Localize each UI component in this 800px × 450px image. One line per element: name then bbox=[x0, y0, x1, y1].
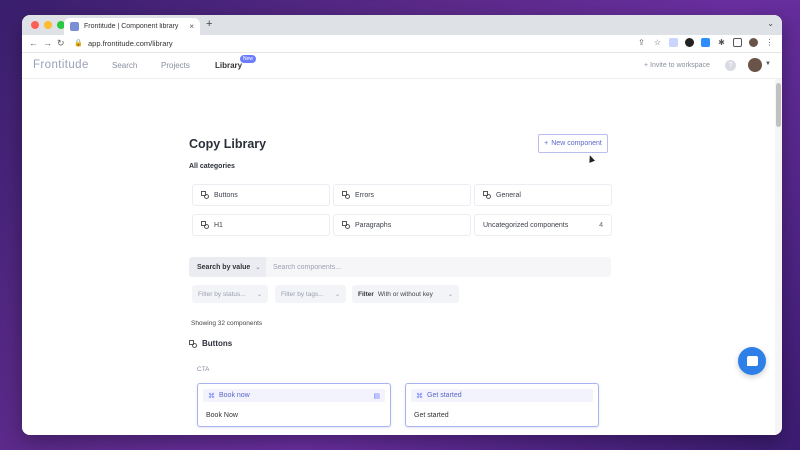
browser-tab[interactable]: Frontitude | Component library × bbox=[64, 18, 200, 35]
search-mode-select[interactable]: Search by value ⌄ bbox=[189, 257, 266, 277]
extension-icon[interactable] bbox=[685, 38, 694, 47]
address-bar[interactable]: app.frontitude.com/library bbox=[88, 39, 173, 48]
puzzle-icon[interactable]: ✱ bbox=[717, 38, 726, 47]
tab-strip: Frontitude | Component library × + ⌄ bbox=[22, 15, 782, 35]
new-badge: New bbox=[240, 55, 257, 63]
nav-search[interactable]: Search bbox=[112, 61, 137, 70]
invite-to-workspace-link[interactable]: + Invite to workspace bbox=[644, 62, 710, 69]
component-card[interactable]: ⌘ Book now ▤ Book Now bbox=[197, 383, 391, 427]
category-label: Errors bbox=[355, 191, 375, 199]
category-icon bbox=[189, 339, 197, 348]
all-categories-heading: All categories bbox=[189, 163, 235, 170]
tab-title: Frontitude | Component library bbox=[84, 23, 179, 30]
chevron-down-icon[interactable]: ▼ bbox=[765, 61, 771, 67]
search-mode-label: Search by value bbox=[197, 263, 251, 271]
tags-filter-placeholder: Filter by tags... bbox=[281, 290, 324, 298]
status-filter-select[interactable]: Filter by status... ⌄ bbox=[192, 285, 268, 303]
browser-window: Frontitude | Component library × + ⌄ ← →… bbox=[22, 15, 782, 435]
extension-icon[interactable] bbox=[669, 38, 678, 47]
chevron-down-icon: ⌄ bbox=[256, 291, 262, 298]
page-scrollbar[interactable] bbox=[775, 79, 782, 435]
lock-icon[interactable]: 🔒 bbox=[74, 39, 83, 47]
chat-icon bbox=[746, 356, 758, 366]
tab-close-icon[interactable]: × bbox=[189, 22, 194, 31]
menu-kebab-icon[interactable]: ⋮ bbox=[765, 38, 774, 47]
new-component-label: New component bbox=[551, 140, 602, 147]
category-icon bbox=[201, 191, 209, 199]
minimize-window-button[interactable] bbox=[44, 21, 52, 29]
category-count: 4 bbox=[599, 221, 603, 229]
share-icon[interactable]: ⇪ bbox=[637, 38, 646, 47]
category-buttons[interactable]: Buttons bbox=[192, 184, 330, 206]
close-window-button[interactable] bbox=[31, 21, 39, 29]
component-icon: ⌘ bbox=[416, 392, 423, 400]
page-title: Copy Library bbox=[189, 137, 267, 151]
results-count: Showing 32 components bbox=[191, 320, 263, 327]
component-name: Get started bbox=[427, 392, 462, 399]
user-avatar[interactable] bbox=[748, 58, 762, 72]
bookmark-star-icon[interactable]: ☆ bbox=[653, 38, 662, 47]
category-label: Buttons bbox=[214, 191, 238, 199]
tab-list-chevron-icon[interactable]: ⌄ bbox=[767, 19, 774, 28]
new-component-button[interactable]: + New component bbox=[538, 134, 608, 153]
library-main: Copy Library + New component All categor… bbox=[22, 79, 775, 435]
chat-launcher-button[interactable] bbox=[738, 347, 766, 375]
key-filter-value: With or without key bbox=[377, 290, 433, 298]
back-icon[interactable]: ← bbox=[29, 38, 38, 48]
nav-projects[interactable]: Projects bbox=[161, 61, 190, 70]
forward-icon[interactable]: → bbox=[43, 38, 52, 48]
subgroup-label: CTA bbox=[197, 366, 210, 373]
component-icon: ⌘ bbox=[208, 392, 215, 400]
help-icon[interactable]: ? bbox=[725, 60, 736, 71]
new-tab-button[interactable]: + bbox=[206, 18, 212, 30]
category-icon bbox=[342, 221, 350, 229]
card-header: ⌘ Get started bbox=[411, 389, 593, 402]
category-label: General bbox=[496, 191, 521, 199]
component-text: Get started bbox=[414, 412, 449, 419]
component-name: Book now bbox=[219, 392, 250, 399]
search-input[interactable] bbox=[266, 257, 611, 277]
category-label: H1 bbox=[214, 221, 223, 229]
category-general[interactable]: General bbox=[474, 184, 612, 206]
plus-icon: + bbox=[544, 140, 549, 147]
status-filter-placeholder: Filter by status... bbox=[198, 290, 246, 298]
tags-filter-select[interactable]: Filter by tags... ⌄ bbox=[275, 285, 346, 303]
category-icon bbox=[201, 221, 209, 229]
nav-library[interactable]: Library bbox=[215, 61, 242, 70]
reload-icon[interactable]: ↻ bbox=[57, 38, 65, 49]
category-h1[interactable]: H1 bbox=[192, 214, 330, 236]
scrollbar-thumb[interactable] bbox=[776, 83, 781, 127]
window-controls bbox=[31, 21, 65, 29]
category-icon bbox=[342, 191, 350, 199]
chevron-down-icon: ⌄ bbox=[447, 291, 453, 298]
profile-avatar[interactable] bbox=[749, 38, 758, 47]
brand-logo[interactable]: Frontitude bbox=[33, 59, 89, 71]
group-heading: Buttons bbox=[189, 339, 232, 348]
category-uncategorized[interactable]: Uncategorized components 4 bbox=[474, 214, 612, 236]
chevron-down-icon: ⌄ bbox=[255, 264, 261, 271]
mouse-cursor bbox=[586, 154, 596, 163]
category-label: Uncategorized components bbox=[483, 221, 569, 229]
component-text: Book Now bbox=[206, 412, 238, 419]
key-filter-label: Filter bbox=[358, 290, 374, 298]
browser-toolbar: ← → ↻ 🔒 app.frontitude.com/library ⇪ ☆ ✱… bbox=[22, 35, 782, 53]
category-icon bbox=[483, 191, 491, 199]
chevron-down-icon: ⌄ bbox=[334, 291, 340, 298]
category-paragraphs[interactable]: Paragraphs bbox=[333, 214, 471, 236]
toolbar-extensions: ⇪ ☆ ✱ ⋮ bbox=[637, 38, 774, 47]
component-card[interactable]: ⌘ Get started Get started bbox=[405, 383, 599, 427]
sidepanel-icon[interactable] bbox=[733, 38, 742, 47]
search-bar: Search by value ⌄ bbox=[189, 257, 611, 277]
group-title: Buttons bbox=[202, 339, 233, 348]
category-label: Paragraphs bbox=[355, 221, 392, 229]
category-errors[interactable]: Errors bbox=[333, 184, 471, 206]
document-icon[interactable]: ▤ bbox=[373, 392, 380, 400]
app-header: Frontitude Search Projects Library New +… bbox=[22, 53, 782, 79]
favicon-icon bbox=[70, 22, 79, 31]
zoom-extension-icon[interactable] bbox=[701, 38, 710, 47]
card-header: ⌘ Book now ▤ bbox=[203, 389, 385, 402]
key-filter-select[interactable]: Filter With or without key ⌄ bbox=[352, 285, 459, 303]
